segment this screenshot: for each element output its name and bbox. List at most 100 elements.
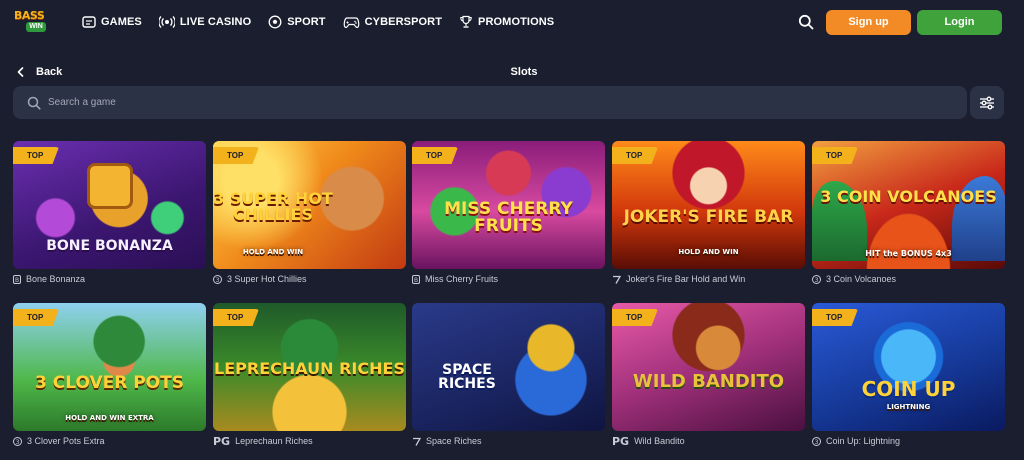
game-card-wild-bandito[interactable]: WILD BANDITO TOP PG Wild Bandito (612, 303, 805, 448)
provider-logo-icon: PG (612, 434, 630, 448)
game-art-title: SPACE RICHES (438, 362, 496, 392)
provider-logo-icon: B (13, 274, 21, 284)
game-meta: PG Leprechaun Riches (213, 434, 406, 448)
game-card-leprechaun-riches[interactable]: LEPRECHAUN RICHES TOP PG Leprechaun Rich… (213, 303, 406, 448)
game-card-3-super-hot-chillies[interactable]: 3 SUPER HOT CHILLIES HOLD AND WIN TOP 3 … (213, 141, 406, 285)
game-card-3-clover-pots-extra[interactable]: 3 CLOVER POTS HOLD AND WIN EXTRA TOP 3 3… (13, 303, 206, 447)
game-meta: B Miss Cherry Fruits (412, 273, 605, 285)
game-meta: 3 3 Coin Volcanoes (812, 273, 1005, 285)
svg-text:3: 3 (815, 276, 819, 283)
aztec-mask-shape (87, 163, 133, 209)
game-name: Leprechaun Riches (235, 436, 313, 446)
top-badge: TOP (412, 147, 458, 164)
filter-sliders-icon (980, 96, 994, 109)
game-thumbnail[interactable]: LEPRECHAUN RICHES TOP (213, 303, 406, 431)
nav-label: CYBERSPORT (364, 16, 443, 28)
game-name: Space Riches (426, 436, 482, 446)
game-art-subtitle: HOLD AND WIN (242, 248, 304, 256)
game-art-title: WILD BANDITO (632, 371, 785, 392)
game-thumbnail[interactable]: 3 CLOVER POTS HOLD AND WIN EXTRA TOP (13, 303, 206, 431)
provider-logo-icon: 3 (213, 274, 222, 284)
live-casino-icon (158, 16, 175, 28)
filter-button[interactable] (970, 86, 1004, 119)
game-art-title: 3 CLOVER POTS (35, 373, 184, 393)
game-card-miss-cherry-fruits[interactable]: MISS CHERRY FRUITS TOP B Miss Cherry Fru… (412, 141, 605, 285)
gamepad-icon (343, 16, 359, 28)
game-thumbnail[interactable]: WILD BANDITO TOP (612, 303, 805, 431)
logo-text: BASS (14, 9, 45, 22)
game-thumbnail[interactable]: JOKER'S FIRE BAR HOLD AND WIN TOP (612, 141, 805, 269)
svg-text:3: 3 (216, 276, 220, 283)
sport-ball-icon (268, 15, 282, 29)
game-name: Miss Cherry Fruits (425, 274, 499, 284)
nav-item-cybersport[interactable]: CYBERSPORT (343, 16, 442, 29)
provider-logo-icon: 3 (812, 436, 821, 446)
nav-label: SPORT (287, 16, 326, 28)
logo-subtext: WIN (26, 22, 46, 32)
game-art-title: MISS CHERRY FRUITS (444, 199, 573, 236)
nav-label: PROMOTIONS (478, 16, 555, 28)
game-meta: 3 3 Clover Pots Extra (13, 435, 206, 447)
provider-logo-icon: B (412, 274, 420, 284)
page-title: Slots (510, 66, 538, 78)
svg-text:B: B (414, 277, 418, 284)
top-badge: TOP (812, 147, 858, 164)
top-bar: BASS WIN GAMES LIVE CASINO SPORT CYBERSP… (0, 0, 1024, 44)
game-thumbnail[interactable]: BONE BONANZA TOP (13, 141, 206, 269)
game-thumbnail[interactable]: 3 COIN VOLCANOES HIT the BONUS 4x3 TOP (812, 141, 1005, 269)
game-card-jokers-fire-bar[interactable]: JOKER'S FIRE BAR HOLD AND WIN TOP Joker'… (612, 141, 805, 285)
nav-item-games[interactable]: GAMES (82, 15, 142, 29)
game-meta: Space Riches (412, 435, 605, 447)
game-meta: Joker's Fire Bar Hold and Win (612, 273, 805, 285)
top-badge: TOP (612, 147, 658, 164)
top-badge: TOP (213, 147, 259, 164)
provider-logo-icon: PG (213, 434, 231, 448)
game-name: Bone Bonanza (26, 274, 86, 284)
nav-item-sport[interactable]: SPORT (268, 15, 326, 29)
top-badge: TOP (13, 309, 59, 326)
provider-logo-icon: 3 (812, 274, 821, 284)
top-badge: TOP (13, 147, 59, 164)
game-art-title: 3 SUPER HOT CHILLIES (213, 189, 333, 224)
search-input[interactable] (48, 97, 848, 108)
game-search-bar (13, 86, 967, 119)
game-name: 3 Clover Pots Extra (27, 436, 105, 446)
game-meta: 3 3 Super Hot Chillies (213, 273, 406, 285)
site-logo[interactable]: BASS WIN (14, 9, 56, 35)
game-thumbnail[interactable]: SPACE RICHES (412, 303, 605, 431)
top-badge: TOP (812, 309, 858, 326)
game-art-title: BONE BONANZA (46, 238, 173, 254)
game-thumbnail[interactable]: COIN UP LIGHTNING TOP (812, 303, 1005, 431)
search-icon[interactable] (798, 14, 814, 30)
provider-logo-icon (612, 275, 621, 284)
game-card-3-coin-volcanoes[interactable]: 3 COIN VOLCANOES HIT the BONUS 4x3 TOP 3… (812, 141, 1005, 285)
game-thumbnail[interactable]: MISS CHERRY FRUITS TOP (412, 141, 605, 269)
game-art-title: LEPRECHAUN RICHES (214, 359, 405, 378)
game-meta: B Bone Bonanza (13, 273, 206, 285)
game-card-space-riches[interactable]: SPACE RICHES Space Riches (412, 303, 605, 447)
game-name: Coin Up: Lightning (826, 436, 901, 446)
game-art-subtitle: HOLD AND WIN EXTRA (65, 414, 154, 422)
provider-logo-icon: 3 (13, 436, 22, 446)
top-badge: TOP (213, 309, 259, 326)
signup-button[interactable]: Sign up (826, 10, 911, 35)
game-meta: PG Wild Bandito (612, 434, 805, 448)
nav-label: LIVE CASINO (179, 16, 252, 28)
game-card-bone-bonanza[interactable]: BONE BONANZA TOP B Bone Bonanza (13, 141, 206, 285)
nav-item-promotions[interactable]: PROMOTIONS (459, 15, 554, 29)
login-button[interactable]: Login (917, 10, 1002, 35)
top-badge: TOP (612, 309, 658, 326)
game-name: 3 Coin Volcanoes (826, 274, 897, 284)
game-thumbnail[interactable]: 3 SUPER HOT CHILLIES HOLD AND WIN TOP (213, 141, 406, 269)
game-art-subtitle: HOLD AND WIN (678, 248, 739, 256)
provider-logo-icon (412, 437, 421, 446)
svg-text:3: 3 (16, 438, 20, 445)
game-name: Joker's Fire Bar Hold and Win (626, 274, 746, 284)
game-name: 3 Super Hot Chillies (227, 274, 307, 284)
game-art-title: COIN UP (861, 377, 956, 401)
game-card-coin-up-lightning[interactable]: COIN UP LIGHTNING TOP 3 Coin Up: Lightni… (812, 303, 1005, 447)
nav-label: GAMES (101, 16, 142, 28)
nav-item-live-casino[interactable]: LIVE CASINO (158, 15, 252, 29)
svg-text:B: B (15, 277, 19, 284)
game-meta: 3 Coin Up: Lightning (812, 435, 1005, 447)
